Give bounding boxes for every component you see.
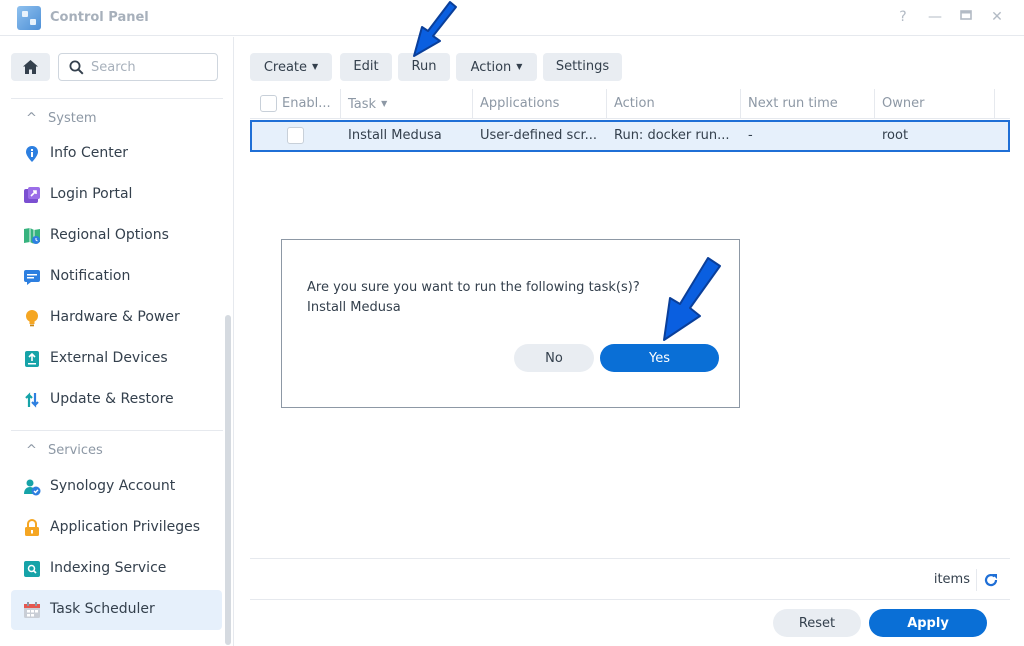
lock-icon (25, 519, 39, 536)
sidebar-scrollbar[interactable] (225, 315, 231, 645)
info-icon (26, 146, 38, 162)
section-services-label: Services (48, 443, 103, 458)
sidebar-item-label: Synology Account (50, 478, 176, 494)
sidebar-item-update-restore[interactable]: Update & Restore (11, 380, 222, 420)
sidebar-item-synology-account[interactable]: Synology Account (11, 467, 222, 507)
sidebar-item-label: External Devices (50, 350, 168, 366)
settings-button[interactable]: Settings (543, 53, 622, 81)
lightbulb-icon (26, 310, 38, 327)
sidebar-item-application-privileges[interactable]: Application Privileges (11, 508, 222, 548)
chevron-up-icon: ^ (26, 111, 37, 126)
sidebar-divider (11, 98, 223, 99)
sidebar: ^ System Info Center Login Portal Regiona… (0, 37, 234, 646)
grid-header: Enabl... Task ▼ Applications Action Next … (250, 89, 1010, 119)
column-action[interactable]: Action (606, 89, 740, 119)
annotation-arrow-run-icon (413, 1, 457, 57)
sidebar-item-label: Hardware & Power (50, 309, 180, 325)
search-box[interactable] (58, 53, 218, 81)
caret-down-icon: ▼ (516, 62, 523, 71)
sidebar-item-label: Info Center (50, 145, 129, 161)
action-cell: Run: docker run... (614, 128, 730, 143)
close-icon[interactable]: ✕ (988, 9, 1006, 25)
home-button[interactable] (11, 53, 50, 81)
login-portal-icon (24, 187, 40, 203)
yes-button[interactable]: Yes (600, 344, 719, 372)
task-cell: Install Medusa (348, 128, 442, 143)
section-system-label: System (48, 111, 97, 126)
reset-button[interactable]: Reset (773, 609, 861, 637)
column-task[interactable]: Task ▼ (340, 89, 472, 119)
control-panel-app-icon (17, 6, 41, 30)
sidebar-item-task-scheduler[interactable]: Task Scheduler (11, 590, 222, 630)
applications-cell: User-defined scr... (480, 128, 598, 143)
sidebar-item-label: Indexing Service (50, 560, 167, 576)
next-run-cell: - (748, 128, 753, 143)
caret-down-icon: ▼ (312, 62, 319, 71)
sidebar-item-label: Login Portal (50, 186, 133, 202)
search-icon (69, 60, 84, 75)
window-title: Control Panel (50, 10, 149, 25)
sidebar-item-regional-options[interactable]: Regional Options (11, 216, 222, 256)
sidebar-item-label: Regional Options (50, 227, 169, 243)
sidebar-item-info-center[interactable]: Info Center (11, 134, 222, 174)
refresh-icon[interactable] (982, 571, 1000, 589)
column-enabled[interactable]: Enabl... (274, 89, 340, 119)
notification-icon (24, 270, 40, 285)
help-icon[interactable]: ? (894, 9, 912, 25)
dialog-task-name: Install Medusa (307, 300, 401, 315)
sidebar-item-label: Notification (50, 268, 131, 284)
action-button[interactable]: Action ▼ (456, 53, 537, 81)
minimize-icon[interactable]: — (926, 9, 944, 25)
column-owner[interactable]: Owner (874, 89, 994, 119)
section-services[interactable]: ^ Services (26, 443, 103, 458)
account-icon (24, 479, 41, 496)
sidebar-item-indexing-service[interactable]: Indexing Service (11, 549, 222, 589)
sidebar-divider (11, 430, 223, 431)
edit-button[interactable]: Edit (340, 53, 392, 81)
sidebar-item-hardware-power[interactable]: Hardware & Power (11, 298, 222, 338)
chevron-up-icon: ^ (26, 443, 37, 458)
search-input[interactable] (91, 58, 211, 76)
annotation-arrow-yes-icon (663, 257, 721, 341)
enabled-checkbox[interactable] (287, 127, 304, 144)
column-applications[interactable]: Applications (472, 89, 606, 119)
sidebar-item-external-devices[interactable]: External Devices (11, 339, 222, 379)
sort-caret-icon: ▼ (381, 99, 388, 108)
column-next-run-time[interactable]: Next run time (740, 89, 874, 119)
sidebar-item-label: Update & Restore (50, 391, 174, 407)
maximize-icon[interactable] (957, 9, 975, 25)
external-devices-icon (25, 351, 39, 367)
home-icon (23, 60, 38, 74)
apply-button[interactable]: Apply (869, 609, 987, 637)
calendar-icon (24, 602, 40, 618)
sidebar-item-notification[interactable]: Notification (11, 257, 222, 297)
sidebar-item-label: Task Scheduler (50, 601, 155, 617)
sidebar-item-login-portal[interactable]: Login Portal (11, 175, 222, 215)
title-bar: Control Panel ? — ✕ (0, 0, 1024, 36)
regional-options-icon (24, 228, 40, 244)
section-system[interactable]: ^ System (26, 111, 96, 126)
grid-footer: items (250, 558, 1010, 600)
update-restore-icon (25, 392, 39, 408)
owner-cell: root (882, 128, 909, 143)
table-row[interactable]: Install Medusa User-defined scr... Run: … (250, 120, 1010, 152)
no-button[interactable]: No (514, 344, 594, 372)
create-button[interactable]: Create ▼ (250, 53, 332, 81)
indexing-icon (24, 561, 40, 577)
sidebar-item-label: Application Privileges (50, 519, 200, 535)
items-count-label: items (933, 572, 970, 587)
dialog-message: Are you sure you want to run the followi… (307, 280, 640, 295)
